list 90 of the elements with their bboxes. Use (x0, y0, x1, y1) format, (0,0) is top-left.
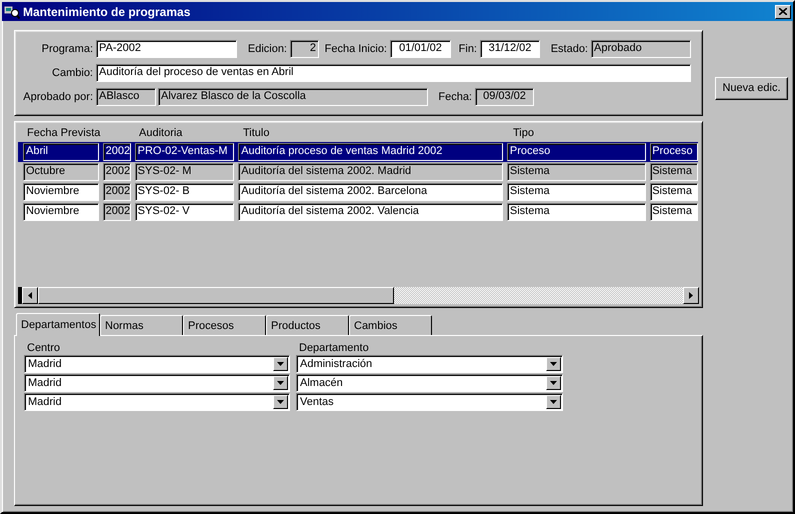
dropdown-field[interactable]: Madrid (24, 374, 290, 392)
new-edition-button[interactable]: Nueva edic. (715, 77, 788, 100)
field-label: Fecha Inicio: (324, 42, 387, 57)
dropdown-button[interactable] (273, 357, 288, 371)
table-row[interactable]: Noviembre 2002 SYS-02- B Auditoría del sistema 2002. Barcelona Sistema Sistema (18, 182, 698, 202)
window-title: Mantenimiento de programas (23, 4, 192, 20)
right-arrow-icon (689, 292, 693, 299)
input-field[interactable]: 01/01/02 (390, 40, 451, 58)
field-label: Fecha: (437, 90, 472, 105)
table-cell[interactable]: Proceso (650, 143, 698, 161)
caret-icon (550, 400, 557, 404)
table-cell[interactable]: Auditoría del sistema 2002. Madrid (238, 163, 503, 181)
dropdown-value: Almacén (300, 376, 344, 391)
dropdown-field[interactable]: Ventas (296, 393, 563, 411)
tab[interactable]: Productos (266, 315, 349, 335)
table-cell[interactable]: Noviembre (23, 183, 99, 201)
column-header: Titulo (243, 126, 270, 142)
field-label: Edicion: (246, 42, 287, 57)
input-field[interactable]: PA-2002 (96, 40, 237, 58)
table-cell[interactable]: Sistema (506, 203, 646, 221)
caret-icon (277, 362, 284, 366)
column-header: Auditoria (139, 126, 184, 142)
input-field: Aprobado (591, 40, 691, 58)
dropdown-button[interactable] (273, 376, 288, 390)
table-cell[interactable]: 2002 (102, 183, 131, 201)
table-cell[interactable]: 2002 (102, 143, 131, 161)
table-cell[interactable]: Octubre (23, 163, 99, 181)
column-label: Departamento (299, 341, 370, 354)
table-cell[interactable]: Abril (23, 143, 99, 161)
table-cell[interactable]: Proceso (506, 143, 646, 161)
close-button[interactable] (775, 4, 791, 18)
tab[interactable]: Normas (100, 315, 183, 335)
field-label: Estado: (550, 42, 588, 57)
dropdown-button[interactable] (546, 395, 561, 409)
close-icon (779, 8, 787, 15)
column-label: Centro (27, 341, 62, 354)
dropdown-value: Madrid (28, 376, 63, 391)
dropdown-value: Madrid (28, 356, 63, 372)
table-cell[interactable]: Auditoría del sistema 2002. Valencia (238, 203, 503, 221)
field-label: Programa: (40, 42, 93, 57)
input-field[interactable]: 31/12/02 (480, 40, 540, 58)
field-label: Cambio: (51, 66, 93, 81)
tab[interactable]: Departamentos (16, 313, 100, 336)
table-cell[interactable]: Sistema (650, 163, 698, 181)
table-cell[interactable]: SYS-02- V (134, 203, 234, 221)
dropdown-field[interactable]: Madrid (24, 393, 290, 411)
window-icon (4, 4, 20, 18)
dropdown-field[interactable]: Administración (296, 355, 563, 373)
column-header: Tipo (513, 126, 535, 142)
caret-icon (550, 381, 557, 385)
scroll-right-button[interactable] (683, 287, 699, 304)
input-field: ABlasco (96, 88, 156, 106)
table-cell[interactable]: Sistema (506, 183, 646, 201)
table-cell[interactable]: 2002 (102, 203, 131, 221)
table-cell[interactable]: PRO-02-Ventas-M (134, 143, 234, 161)
dropdown-value: Madrid (28, 394, 63, 410)
dropdown-field[interactable]: Almacén (296, 374, 563, 392)
dropdown-button[interactable] (546, 357, 561, 371)
scrollbar-thumb[interactable] (38, 287, 394, 304)
table-cell[interactable]: Auditoría proceso de ventas Madrid 2002 (238, 143, 503, 161)
scroll-left-button[interactable] (22, 287, 38, 304)
dropdown-field[interactable]: Madrid (24, 355, 290, 373)
dropdown-button[interactable] (273, 395, 288, 409)
table-cell[interactable]: Noviembre (23, 203, 99, 221)
caret-icon (277, 400, 284, 404)
dropdown-value: Ventas (300, 394, 335, 410)
tab[interactable]: Procesos (183, 315, 266, 335)
column-header: Fecha Prevista (27, 126, 102, 142)
caret-icon (277, 381, 284, 385)
field-label: Aprobado por: (22, 90, 93, 105)
field-label: Fin: (458, 42, 477, 57)
dropdown-button[interactable] (546, 376, 561, 390)
table-cell[interactable]: 2002 (102, 163, 131, 181)
table-cell[interactable]: Auditoría del sistema 2002. Barcelona (238, 183, 503, 201)
left-arrow-icon (28, 292, 32, 299)
dropdown-value: Administración (300, 356, 374, 372)
tab[interactable]: Cambios (349, 315, 432, 335)
input-field: 2 (290, 40, 319, 58)
table-cell[interactable]: SYS-02- M (134, 163, 234, 181)
table-row[interactable]: Noviembre 2002 SYS-02- V Auditoría del sistema 2002. Valencia Sistema Sistema (18, 202, 698, 222)
input-field: Alvarez Blasco de la Coscolla (158, 88, 428, 106)
table-row[interactable]: Abril 2002 PRO-02-Ventas-M Auditoría proceso de ventas Madrid 2002 Proceso Proceso (18, 142, 698, 162)
table-row[interactable]: Octubre 2002 SYS-02- M Auditoría del sistema 2002. Madrid Sistema Sistema (18, 162, 698, 182)
table-cell[interactable]: Sistema (506, 163, 646, 181)
caret-icon (550, 362, 557, 366)
table-cell[interactable]: Sistema (650, 203, 698, 221)
input-field: 09/03/02 (475, 88, 534, 106)
input-field[interactable]: Auditoría del proceso de ventas en Abril (96, 64, 691, 82)
table-cell[interactable]: SYS-02- B (134, 183, 234, 201)
table-cell[interactable]: Sistema (650, 183, 698, 201)
